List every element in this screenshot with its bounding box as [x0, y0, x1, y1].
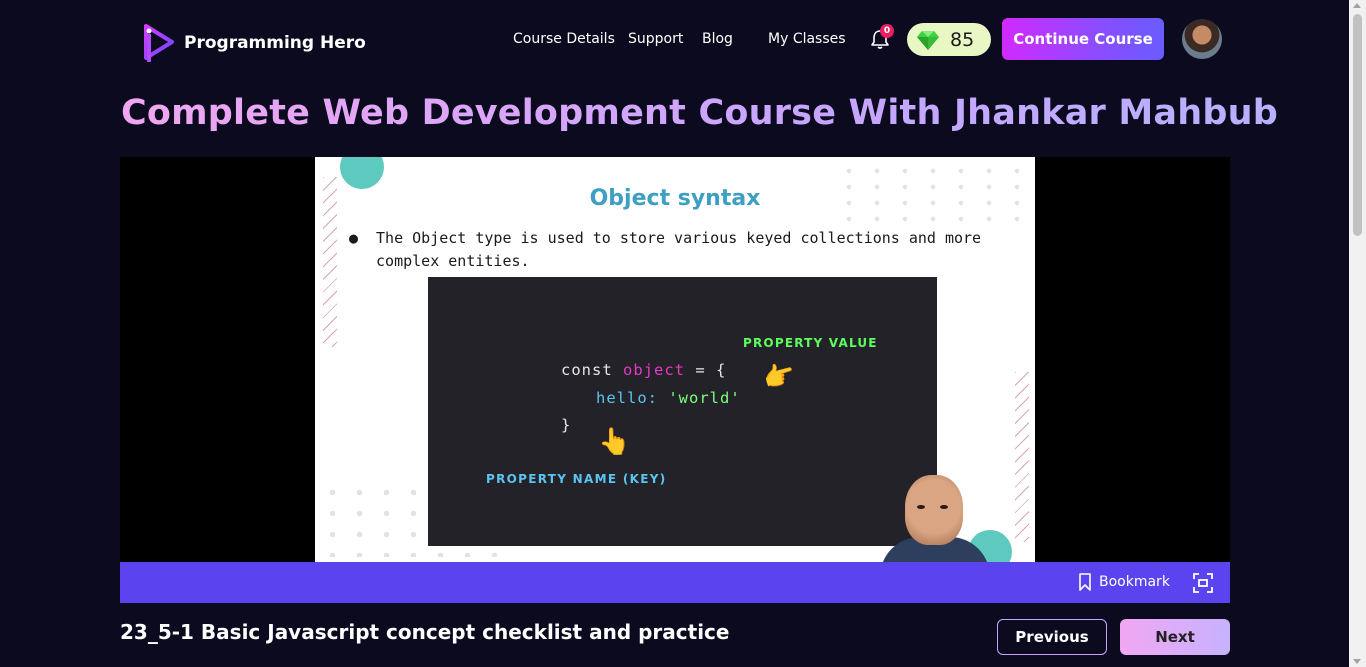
presenter-webcam	[880, 475, 990, 562]
code-keyword: const	[561, 361, 623, 379]
code-key: hello:	[596, 389, 669, 407]
brand-logo[interactable]: Programming Hero	[138, 22, 366, 64]
pointing-up-hand-icon: 👆	[598, 427, 631, 457]
video-player[interactable]: Object syntax ● The Object type is used …	[120, 157, 1230, 562]
player-control-bar: Bookmark	[120, 562, 1230, 603]
code-line: hello: 'world'	[596, 389, 741, 407]
code-close-brace: }	[561, 416, 572, 434]
slide-title: Object syntax	[589, 186, 761, 211]
property-value-label: PROPERTY VALUE	[743, 336, 878, 350]
gem-count: 85	[950, 28, 975, 51]
gem-icon	[917, 30, 939, 50]
nav-blog[interactable]: Blog	[702, 31, 733, 47]
fullscreen-icon[interactable]	[1193, 573, 1213, 593]
scrollbar-thumb[interactable]	[1353, 14, 1362, 236]
nav-course-details[interactable]: Course Details	[513, 31, 615, 47]
page-scrollbar[interactable]	[1349, 0, 1366, 667]
programming-hero-logo-icon	[144, 24, 174, 62]
previous-button[interactable]: Previous	[997, 619, 1107, 655]
notification-count-badge: 0	[880, 24, 894, 38]
scroll-up-arrow-icon[interactable]	[1353, 3, 1361, 8]
slide-bullet: ● The Object type is used to store vario…	[349, 227, 1029, 273]
pointing-hand-icon: 👉	[759, 358, 799, 396]
bookmark-button[interactable]: Bookmark	[1078, 573, 1170, 591]
presenter-eye	[917, 505, 925, 509]
bullet-dot: ●	[349, 229, 359, 247]
code-identifier: object	[623, 361, 685, 379]
continue-course-button[interactable]: Continue Course	[1002, 18, 1164, 60]
decor-circle	[340, 157, 384, 189]
user-avatar[interactable]	[1182, 19, 1222, 59]
top-navbar: Programming Hero Course Details Support …	[0, 0, 1349, 80]
code-example: PROPERTY VALUE const object = { hello: '…	[428, 277, 937, 546]
gem-balance[interactable]: 85	[907, 23, 991, 56]
bookmark-label: Bookmark	[1099, 574, 1170, 590]
lesson-title: 23_5-1 Basic Javascript concept checklis…	[120, 620, 730, 644]
presenter-head	[905, 475, 963, 545]
course-title: Complete Web Development Course With Jha…	[121, 93, 1278, 133]
presenter-eye	[940, 505, 948, 509]
code-assign: = {	[685, 361, 727, 379]
decor-stripes	[1015, 372, 1029, 542]
video-frame: Object syntax ● The Object type is used …	[315, 157, 1035, 562]
property-name-label: PROPERTY NAME (KEY)	[486, 472, 667, 486]
nav-support[interactable]: Support	[628, 31, 683, 47]
code-value: 'world'	[668, 389, 741, 407]
scroll-down-arrow-icon[interactable]	[1353, 659, 1361, 664]
slide-bullet-text: The Object type is used to store various…	[376, 229, 982, 270]
next-button[interactable]: Next	[1120, 619, 1230, 655]
brand-name: Programming Hero	[184, 33, 366, 53]
code-line: const object = {	[561, 361, 726, 379]
nav-my-classes[interactable]: My Classes	[768, 31, 846, 47]
bookmark-icon	[1079, 573, 1091, 591]
